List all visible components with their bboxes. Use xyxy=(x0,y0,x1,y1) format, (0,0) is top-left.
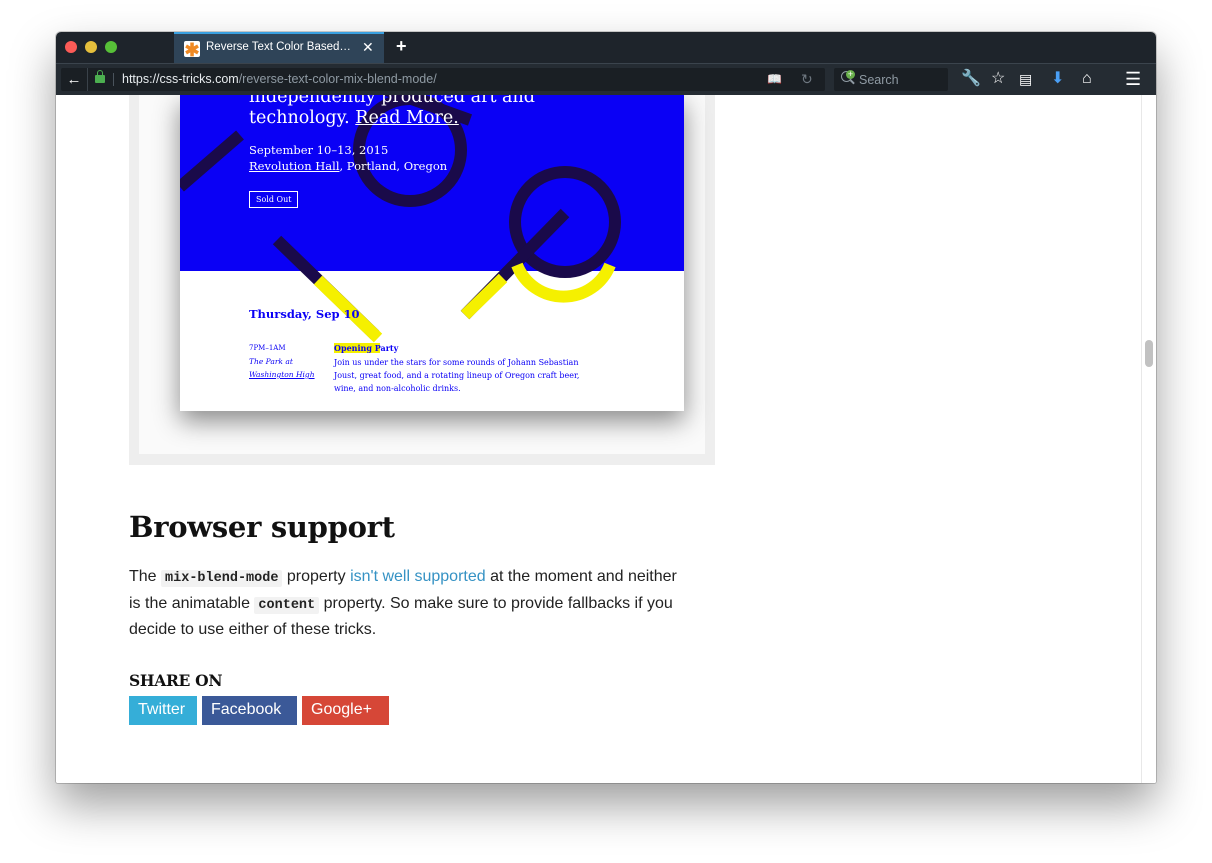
tab-close-icon[interactable]: ✕ xyxy=(362,39,374,56)
inline-code-mix-blend-mode: mix-blend-mode xyxy=(161,570,283,587)
share-label: SHARE ON xyxy=(129,671,223,690)
inline-code-content: content xyxy=(254,596,320,614)
demo-screenshot: independently produced art and technolog… xyxy=(180,95,684,411)
scrollbar-track[interactable] xyxy=(1141,95,1156,783)
figure-frame: independently produced art and technolog… xyxy=(129,95,715,465)
twitter-share-button[interactable]: Twitter xyxy=(129,696,197,725)
download-icon[interactable]: ⬇ xyxy=(1051,71,1064,87)
para-text-the: The xyxy=(129,568,157,585)
article-paragraph: The mix-blend-mode property isn't well s… xyxy=(129,565,689,643)
schedule-event-title: Opening Party xyxy=(334,343,399,353)
asterisk-favicon-icon: ✱ xyxy=(184,40,200,60)
back-arrow-icon[interactable]: ← xyxy=(61,68,88,91)
new-tab-button[interactable]: + xyxy=(396,36,407,57)
hero-text-prefix: technology. xyxy=(249,108,356,128)
googleplus-share-button[interactable]: Google+ xyxy=(302,696,389,725)
search-input[interactable]: Search xyxy=(859,73,899,87)
venue-link[interactable]: Revolution Hall xyxy=(249,159,340,173)
sold-out-button[interactable]: Sold Out xyxy=(249,191,299,208)
minimize-window-button[interactable] xyxy=(85,41,97,53)
venue-city: , Portland, Oregon xyxy=(339,159,448,173)
event-date: September 10–13, 2015 xyxy=(249,143,389,157)
shape-line-left xyxy=(180,130,244,192)
tab-title: Reverse Text Color Based o... xyxy=(206,41,354,53)
facebook-share-button[interactable]: Facebook xyxy=(202,696,297,725)
url-bar[interactable]: ← https://css-tricks.com/reverse-text-co… xyxy=(61,68,825,91)
home-icon[interactable]: ⌂ xyxy=(1082,71,1092,87)
section-heading: Browser support xyxy=(129,510,395,544)
scrollbar-thumb[interactable] xyxy=(1145,340,1153,367)
lock-icon[interactable] xyxy=(95,70,105,83)
schedule-place-line2[interactable]: Washington High xyxy=(249,370,315,379)
wrench-icon[interactable]: 🔧 xyxy=(961,71,981,87)
tab-bar: ✱ Reverse Text Color Based o... ✕ + xyxy=(56,32,1156,63)
figure-inner: independently produced art and technolog… xyxy=(139,95,705,454)
schedule-day: Thursday, Sep 10 xyxy=(249,307,360,321)
page-content: independently produced art and technolog… xyxy=(56,95,1156,783)
shape-diag-right-bottom xyxy=(460,273,508,320)
para-text-property: property xyxy=(286,568,346,585)
nav-bar: ← https://css-tricks.com/reverse-text-co… xyxy=(56,63,1156,95)
reading-list-icon[interactable]: ▤ xyxy=(1019,71,1032,87)
schedule-time: 7PM–1AM xyxy=(249,344,286,352)
read-more-link[interactable]: Read More. xyxy=(355,108,458,128)
close-window-button[interactable] xyxy=(65,41,77,53)
schedule-place-line1: The Park at xyxy=(249,357,293,366)
support-link[interactable]: isn't well supported xyxy=(350,568,486,585)
reader-view-icon[interactable]: 📖 xyxy=(767,72,782,86)
search-box[interactable]: + Search xyxy=(834,68,948,91)
url-divider xyxy=(113,73,114,86)
tab-active[interactable]: ✱ Reverse Text Color Based o... ✕ xyxy=(174,32,384,63)
event-venue: Revolution Hall, Portland, Oregon xyxy=(249,159,447,173)
url-host: https://css-tricks.com xyxy=(122,72,239,86)
browser-window: ✱ Reverse Text Color Based o... ✕ + ← ht… xyxy=(56,32,1156,783)
url-path: /reverse-text-color-mix-blend-mode/ xyxy=(238,72,437,86)
url-text[interactable]: https://css-tricks.com/reverse-text-colo… xyxy=(122,72,437,86)
schedule-event-description: Join us under the stars for some rounds … xyxy=(334,358,580,393)
zoom-window-button[interactable] xyxy=(105,41,117,53)
search-add-icon: + xyxy=(846,69,855,79)
bookmark-star-icon[interactable]: ☆ xyxy=(991,71,1005,87)
hamburger-menu-icon[interactable]: ☰ xyxy=(1125,70,1141,88)
hero-text-line1: independently produced art and xyxy=(249,95,535,107)
hero-text-line2: technology. Read More. xyxy=(249,108,459,128)
reload-icon[interactable]: ↻ xyxy=(801,71,813,88)
